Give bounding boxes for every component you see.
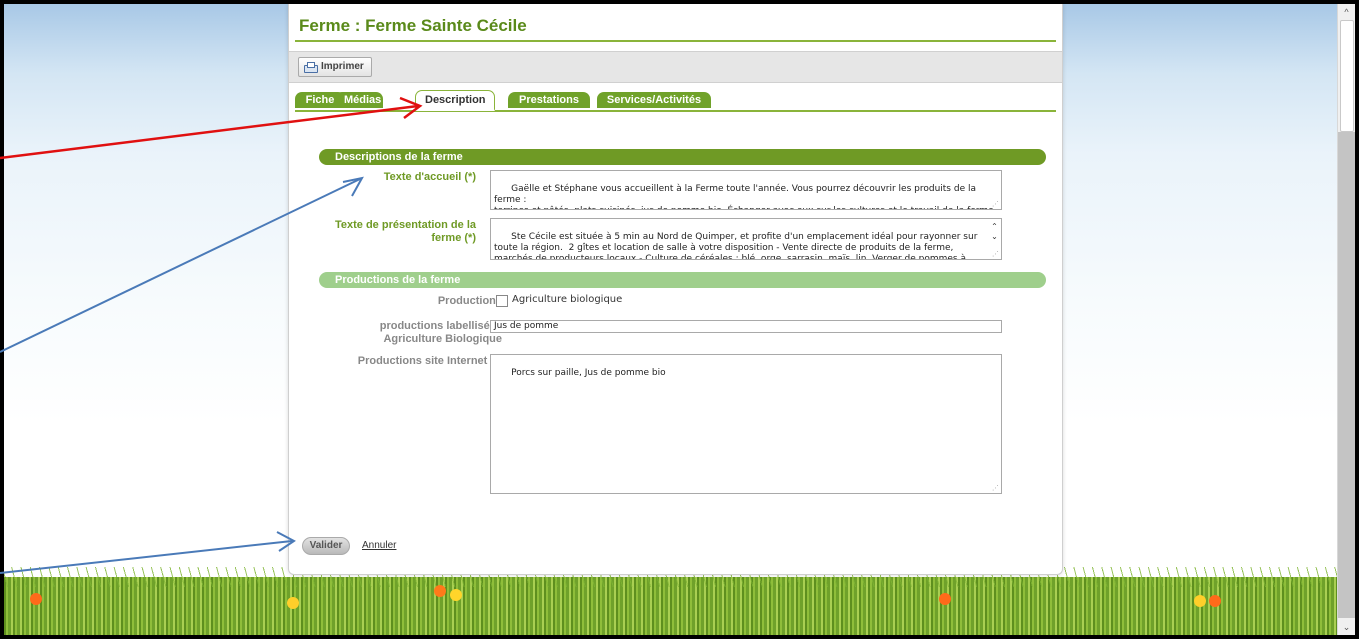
- labelled-productions-input[interactable]: Jus de pomme: [490, 320, 1002, 333]
- toolbar: Imprimer: [289, 51, 1062, 83]
- print-button[interactable]: Imprimer: [298, 57, 372, 77]
- print-button-label: Imprimer: [321, 61, 364, 72]
- page-title: Ferme : Ferme Sainte Cécile: [299, 16, 527, 35]
- presentation-textarea-value: Ste Cécile est située à 5 min au Nord de…: [494, 232, 978, 260]
- scroll-track[interactable]: [1338, 132, 1355, 618]
- validate-button[interactable]: Valider: [302, 537, 350, 555]
- organic-checkbox[interactable]: [496, 295, 508, 307]
- flower-decoration: [30, 593, 42, 605]
- title-divider: [295, 40, 1056, 42]
- tab-services-activites[interactable]: Services/Activités: [597, 92, 711, 108]
- page-scrollbar[interactable]: ^ ⌄: [1337, 4, 1355, 635]
- productions-label: Productions: [437, 295, 502, 307]
- flower-decoration: [434, 585, 446, 597]
- main-panel: Ferme : Ferme Sainte Cécile Imprimer Fic…: [288, 4, 1063, 575]
- scroll-up-icon[interactable]: ^: [1338, 4, 1355, 20]
- flower-decoration: [1194, 595, 1206, 607]
- textarea-scrollbar[interactable]: ⌃ ⌄: [990, 222, 999, 242]
- presentation-textarea[interactable]: Ste Cécile est située à 5 min au Nord de…: [490, 218, 1002, 260]
- flower-decoration: [450, 589, 462, 601]
- website-productions-label: Productions site Internet (*): [357, 355, 502, 367]
- organic-checkbox-label: Agriculture biologique: [512, 294, 623, 305]
- resize-grip-icon[interactable]: ⋰: [992, 201, 999, 208]
- tab-prestations[interactable]: Prestations: [508, 92, 590, 108]
- welcome-textarea-value: Gaëlle et Stéphane vous accueillent à la…: [494, 184, 997, 209]
- website-productions-value: Porcs sur paille, Jus de pomme bio: [511, 368, 666, 378]
- resize-grip-icon[interactable]: ⋰: [992, 485, 999, 492]
- flower-decoration: [939, 593, 951, 605]
- flower-decoration: [1209, 595, 1221, 607]
- cancel-link[interactable]: Annuler: [362, 540, 396, 551]
- labelled-productions-label: productions labellisées Agriculture Biol…: [379, 320, 502, 345]
- resize-grip-icon[interactable]: ⋰: [992, 251, 999, 258]
- section-header-productions: Productions de la ferme: [319, 272, 1046, 288]
- welcome-textarea[interactable]: Gaëlle et Stéphane vous accueillent à la…: [490, 170, 1002, 210]
- tab-medias[interactable]: Médias: [335, 92, 383, 108]
- labelled-productions-value: Jus de pomme: [494, 321, 559, 331]
- browser-viewport: Ferme : Ferme Sainte Cécile Imprimer Fic…: [4, 4, 1355, 635]
- website-productions-textarea[interactable]: Porcs sur paille, Jus de pomme bio ⋰: [490, 354, 1002, 494]
- tab-bar: Fiche Médias Description Prestations Ser…: [295, 90, 1056, 112]
- scroll-down-icon[interactable]: ⌄: [1338, 619, 1355, 635]
- section-header-description: Descriptions de la ferme: [319, 149, 1046, 165]
- flower-decoration: [287, 597, 299, 609]
- printer-icon: [303, 61, 318, 73]
- grass-decoration: [4, 567, 1355, 635]
- welcome-text-label: Texte d'accueil (*): [383, 171, 476, 183]
- tab-description[interactable]: Description: [415, 90, 495, 111]
- presentation-text-label: Texte de présentation de la ferme (*): [334, 219, 476, 244]
- scroll-thumb[interactable]: [1340, 20, 1354, 132]
